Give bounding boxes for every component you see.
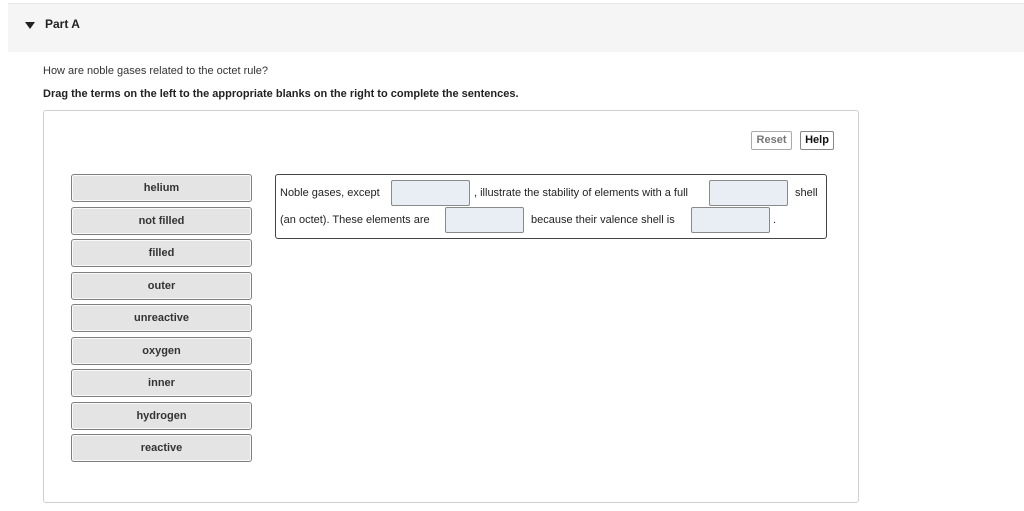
sentence-text-3: shell xyxy=(795,187,818,199)
term-outer[interactable]: outer xyxy=(71,271,252,300)
collapse-triangle-icon[interactable] xyxy=(25,22,35,29)
blank-3[interactable] xyxy=(445,207,524,233)
term-filled[interactable]: filled xyxy=(71,239,252,267)
sentence-text-6: . xyxy=(773,214,777,226)
term-not-filled[interactable]: not filled xyxy=(71,206,252,235)
blank-2[interactable] xyxy=(709,180,788,206)
help-button[interactable]: Help xyxy=(800,131,834,150)
term-bank: helium not filled filled outer unreactiv… xyxy=(71,174,252,467)
question-text: How are noble gases related to the octet… xyxy=(43,65,269,77)
term-helium[interactable]: helium xyxy=(71,174,252,202)
drag-drop-workspace: Reset Help helium not filled filled oute… xyxy=(43,110,859,503)
term-reactive[interactable]: reactive xyxy=(71,434,252,462)
term-inner[interactable]: inner xyxy=(71,369,252,397)
term-hydrogen[interactable]: hydrogen xyxy=(71,401,252,430)
blank-1[interactable] xyxy=(391,180,470,206)
term-oxygen[interactable]: oxygen xyxy=(71,336,252,365)
part-title: Part A xyxy=(45,17,80,31)
sentence-text-4: (an octet). These elements are xyxy=(280,214,430,226)
term-unreactive[interactable]: unreactive xyxy=(71,304,252,332)
reset-button[interactable]: Reset xyxy=(751,131,792,150)
sentence-box: Noble gases, except , illustrate the sta… xyxy=(275,174,827,239)
sentence-text-5: because their valence shell is xyxy=(531,214,675,226)
sentence-text-2: , illustrate the stability of elements w… xyxy=(474,187,688,199)
part-header[interactable]: Part A xyxy=(8,3,1024,52)
instruction-text: Drag the terms on the left to the approp… xyxy=(43,88,519,100)
blank-4[interactable] xyxy=(691,207,770,233)
sentence-text-1: Noble gases, except xyxy=(280,187,380,199)
